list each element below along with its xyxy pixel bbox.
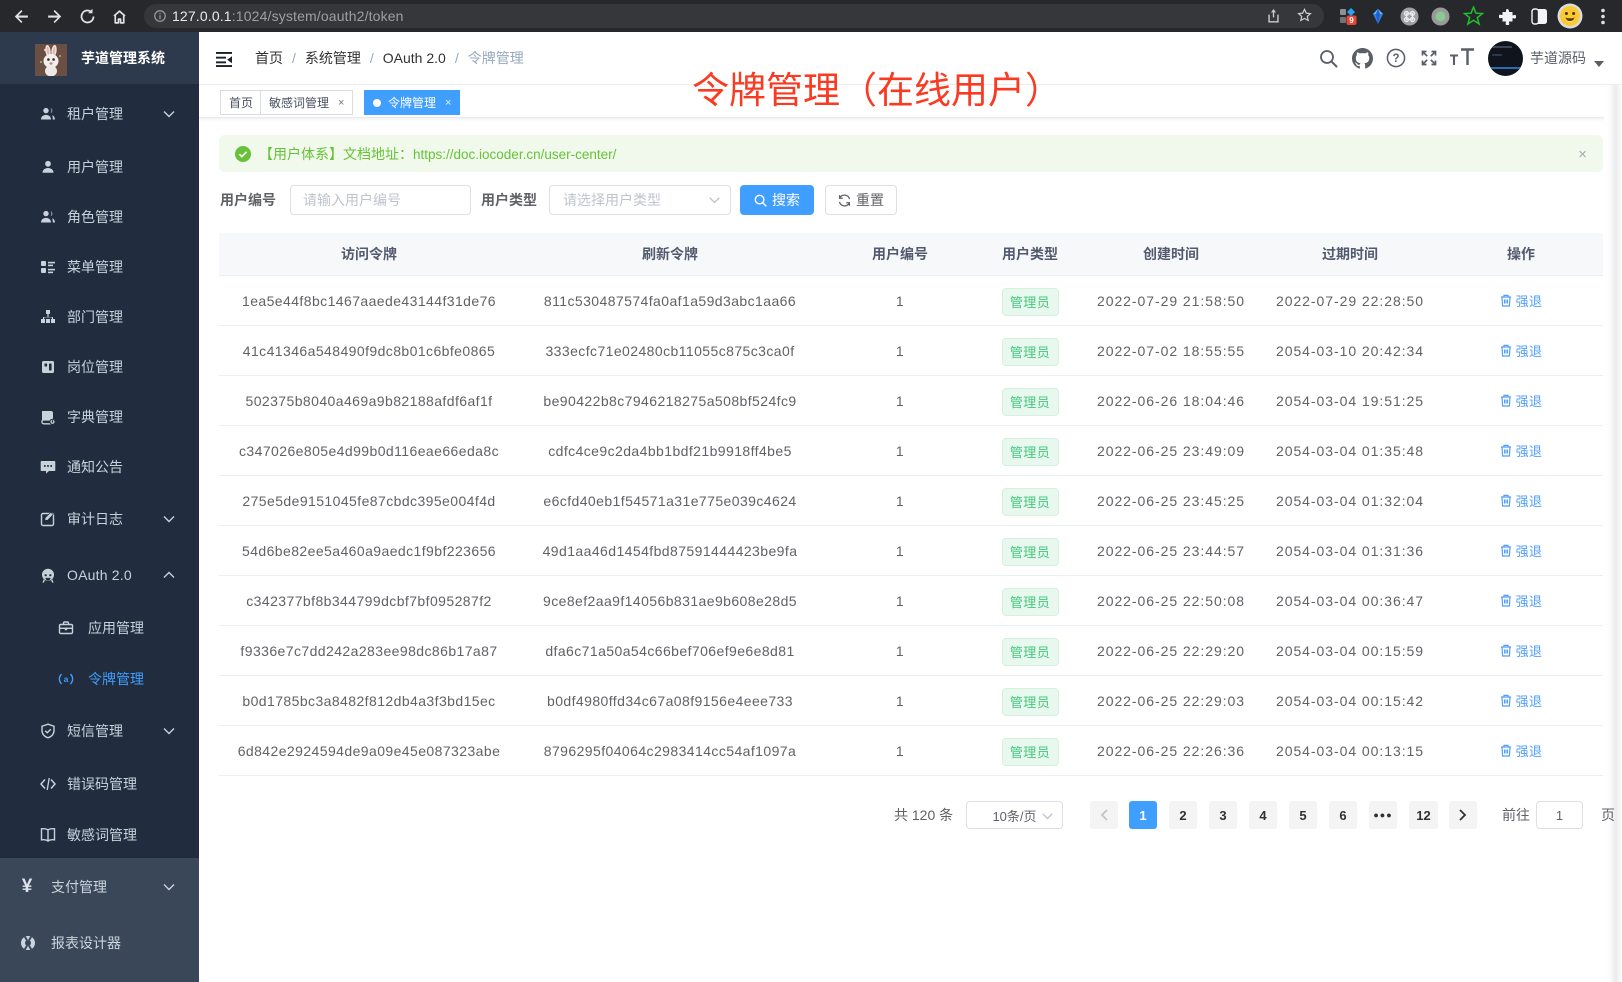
svg-text:9: 9 — [1349, 16, 1354, 25]
svg-text:a: a — [64, 674, 69, 684]
svg-text:?: ? — [1392, 53, 1399, 65]
